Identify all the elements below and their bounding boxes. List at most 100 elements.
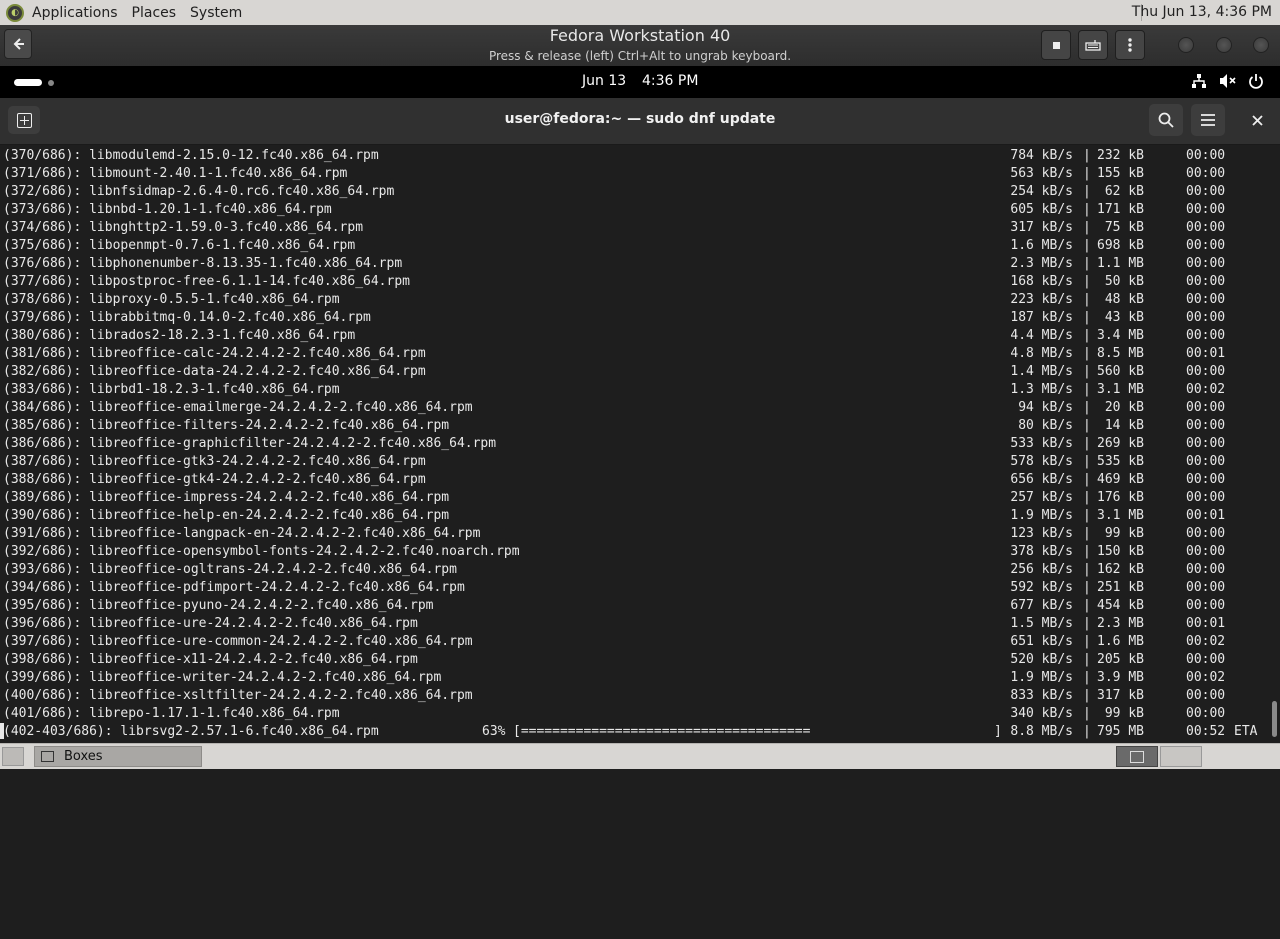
download-line: (380/686): librados2-18.2.3-1.fc40.x86_6…	[0, 327, 1268, 345]
download-line: (389/686): libreoffice-impress-24.2.4.2-…	[0, 489, 1268, 507]
download-eta: 00:00	[1186, 418, 1226, 433]
places-menu[interactable]: Places	[132, 5, 177, 21]
column-separator: |	[1083, 598, 1091, 613]
package-name: (396/686): libreoffice-ure-24.2.4.2-2.fc…	[3, 616, 418, 631]
download-speed: 168 kB/s	[1010, 274, 1073, 289]
download-eta: 00:00	[1186, 454, 1226, 469]
guest-date[interactable]: Jun 13	[582, 73, 626, 89]
boxes-window-icon	[41, 751, 54, 762]
keyboard-button[interactable]	[1078, 30, 1108, 60]
terminal-close-button[interactable]	[1244, 104, 1270, 136]
workspace-switcher-1[interactable]	[1116, 746, 1158, 767]
terminal-scrollbar[interactable]	[1268, 145, 1280, 741]
workspace-window-icon	[1130, 750, 1144, 763]
download-speed: 254 kB/s	[1010, 184, 1073, 199]
column-separator: |	[1083, 436, 1091, 451]
package-name: (382/686): libreoffice-data-24.2.4.2-2.f…	[3, 364, 426, 379]
package-name: (374/686): libnghttp2-1.59.0-3.fc40.x86_…	[3, 220, 364, 235]
download-speed: 592 kB/s	[1010, 580, 1073, 595]
progress-speed: 8.8 MB/s	[1010, 724, 1073, 739]
download-line: (382/686): libreoffice-data-24.2.4.2-2.f…	[0, 363, 1268, 381]
search-icon	[1158, 112, 1174, 128]
progress-percent: 63%	[482, 724, 506, 739]
minimize-button[interactable]	[1178, 37, 1194, 53]
column-separator: |	[1083, 418, 1091, 433]
download-eta: 00:00	[1186, 202, 1226, 217]
column-separator: |	[1083, 670, 1091, 685]
download-line: (387/686): libreoffice-gtk3-24.2.4.2-2.f…	[0, 453, 1268, 471]
progress-eta: 00:52	[1186, 724, 1226, 739]
progress-bar: [=====================================	[513, 724, 811, 739]
download-speed: 256 kB/s	[1010, 562, 1073, 577]
download-line: (394/686): libreoffice-pdfimport-24.2.4.…	[0, 579, 1268, 597]
menu-button[interactable]	[1191, 104, 1225, 136]
download-speed: 2.3 MB/s	[1010, 256, 1073, 271]
download-speed: 533 kB/s	[1010, 436, 1073, 451]
download-line: (373/686): libnbd-1.20.1-1.fc40.x86_64.r…	[0, 201, 1268, 219]
stop-button[interactable]	[1041, 30, 1071, 60]
volume-muted-icon[interactable]	[1219, 73, 1237, 93]
system-menu[interactable]: System	[190, 5, 242, 21]
download-line: (385/686): libreoffice-filters-24.2.4.2-…	[0, 417, 1268, 435]
download-speed: 656 kB/s	[1010, 472, 1073, 487]
maximize-button[interactable]	[1216, 37, 1232, 53]
package-name: (390/686): libreoffice-help-en-24.2.4.2-…	[3, 508, 450, 523]
close-window-button[interactable]	[1253, 37, 1269, 53]
package-name: (394/686): libreoffice-pdfimport-24.2.4.…	[3, 580, 465, 595]
download-size: 176 kB	[1097, 490, 1144, 505]
show-desktop-button[interactable]	[2, 747, 24, 766]
download-eta: 00:00	[1186, 652, 1226, 667]
download-size: 232 kB	[1097, 148, 1144, 163]
more-button[interactable]	[1115, 30, 1145, 60]
terminal-output[interactable]: (370/686): libmodulemd-2.15.0-12.fc40.x8…	[0, 145, 1268, 741]
download-eta: 00:00	[1186, 706, 1226, 721]
download-speed: 257 kB/s	[1010, 490, 1073, 505]
package-name: (370/686): libmodulemd-2.15.0-12.fc40.x8…	[3, 148, 379, 163]
network-icon[interactable]	[1191, 73, 1207, 93]
download-speed: 317 kB/s	[1010, 220, 1073, 235]
column-separator: |	[1083, 580, 1091, 595]
download-size: 155 kB	[1097, 166, 1144, 181]
download-eta: 00:00	[1186, 400, 1226, 415]
scrollbar-thumb[interactable]	[1272, 701, 1277, 737]
download-eta: 00:02	[1186, 634, 1226, 649]
applications-menu[interactable]: Applications	[32, 5, 118, 21]
host-clock[interactable]: Thu Jun 13, 4:36 PM	[1132, 4, 1272, 20]
mate-logo-icon[interactable]: ◐	[6, 3, 24, 22]
column-separator: |	[1083, 688, 1091, 703]
keyboard-icon	[1085, 40, 1101, 51]
download-eta: 00:00	[1186, 310, 1226, 325]
guest-time[interactable]: 4:36 PM	[642, 73, 698, 89]
activities-indicator[interactable]	[14, 79, 54, 86]
column-separator: |	[1083, 346, 1091, 361]
download-eta: 00:00	[1186, 256, 1226, 271]
download-speed: 520 kB/s	[1010, 652, 1073, 667]
download-line: (393/686): libreoffice-ogltrans-24.2.4.2…	[0, 561, 1268, 579]
download-speed: 833 kB/s	[1010, 688, 1073, 703]
progress-package-name: (402-403/686): librsvg2-2.57.1-6.fc40.x8…	[3, 724, 379, 739]
download-speed: 677 kB/s	[1010, 598, 1073, 613]
download-size: 50 kB	[1104, 274, 1144, 289]
search-button[interactable]	[1149, 104, 1183, 136]
power-icon[interactable]	[1248, 73, 1264, 93]
column-separator: |	[1083, 508, 1091, 523]
package-name: (386/686): libreoffice-graphicfilter-24.…	[3, 436, 497, 451]
stop-icon	[1052, 41, 1060, 49]
workspace-switcher-2[interactable]	[1160, 746, 1202, 767]
package-name: (385/686): libreoffice-filters-24.2.4.2-…	[3, 418, 450, 433]
download-eta: 00:00	[1186, 328, 1226, 343]
download-line: (379/686): librabbitmq-0.14.0-2.fc40.x86…	[0, 309, 1268, 327]
download-size: 205 kB	[1097, 652, 1144, 667]
download-speed: 4.4 MB/s	[1010, 328, 1073, 343]
download-speed: 94 kB/s	[1018, 400, 1073, 415]
download-line: (386/686): libreoffice-graphicfilter-24.…	[0, 435, 1268, 453]
column-separator: |	[1083, 706, 1091, 721]
more-icon	[1128, 38, 1132, 52]
download-speed: 651 kB/s	[1010, 634, 1073, 649]
download-speed: 1.3 MB/s	[1010, 382, 1073, 397]
download-eta: 00:00	[1186, 184, 1226, 199]
taskbar-boxes-window[interactable]: Boxes	[34, 746, 202, 767]
download-speed: 784 kB/s	[1010, 148, 1073, 163]
column-separator: |	[1083, 202, 1091, 217]
download-line: (398/686): libreoffice-x11-24.2.4.2-2.fc…	[0, 651, 1268, 669]
